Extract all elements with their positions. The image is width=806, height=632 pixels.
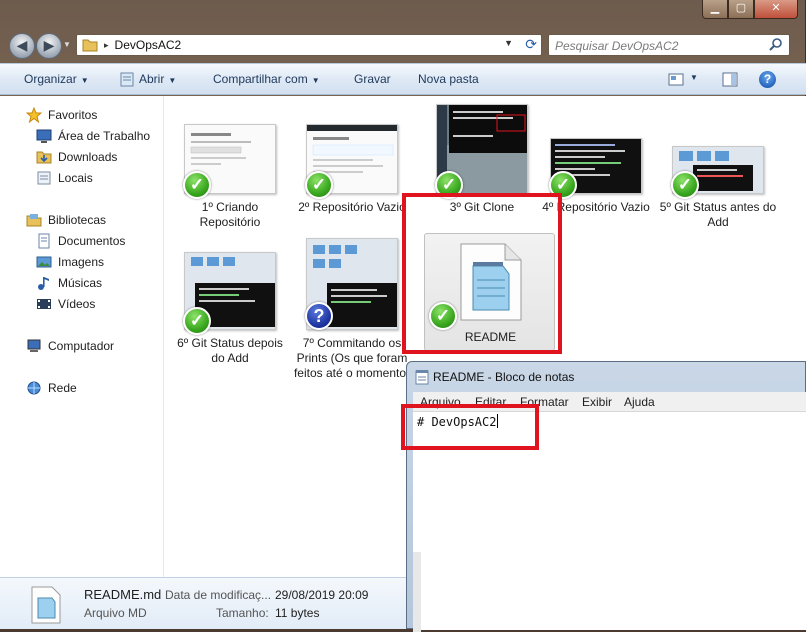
navigation-pane: Favoritos Área de Trabalho Downloads Loc… <box>0 96 164 577</box>
sidebar-item-videos[interactable]: Vídeos <box>36 295 95 313</box>
details-modified-value: 29/08/2019 20:09 <box>275 588 369 602</box>
file-name: 1º Criando Repositório <box>199 200 261 229</box>
details-file-type: Arquivo MD <box>84 606 147 620</box>
new-folder-button[interactable]: Nova pasta <box>418 72 479 86</box>
details-size-label: Tamanho: <box>216 606 269 620</box>
sidebar-item-images[interactable]: Imagens <box>36 253 104 271</box>
notepad-icon <box>415 370 429 385</box>
star-icon <box>26 107 42 123</box>
sync-ok-icon: ✓ <box>305 171 333 199</box>
organize-label: Organizar <box>24 72 77 86</box>
open-menu[interactable]: Abrir ▼ <box>139 72 176 86</box>
sidebar-item-music[interactable]: Músicas <box>36 274 102 292</box>
desktop-icon <box>36 129 52 143</box>
scrollbar[interactable] <box>413 552 421 632</box>
close-button[interactable]: ✕ <box>754 0 798 19</box>
sync-ok-icon: ✓ <box>183 307 211 335</box>
sidebar-label: Área de Trabalho <box>58 129 151 143</box>
navigation-bar: ◀ ▶ ▼ ▸ DevOpsAC2 ▼ ⟳ Pesquisar DevOpsAC… <box>0 30 806 62</box>
file-item[interactable]: ? 7º Commitando os Prints (Os que foram … <box>293 238 411 381</box>
notepad-icon <box>120 72 134 87</box>
minimize-button[interactable]: ▁ <box>702 0 728 19</box>
back-button[interactable]: ◀ <box>9 33 35 59</box>
pictures-icon <box>36 256 52 268</box>
view-options-icon[interactable] <box>668 73 684 86</box>
chevron-down-icon: ▼ <box>311 76 320 85</box>
address-bar[interactable]: ▸ DevOpsAC2 ▼ ⟳ <box>76 34 542 56</box>
sidebar-item-documents[interactable]: Documentos <box>36 232 125 250</box>
chevron-down-icon: ▼ <box>168 76 177 85</box>
window-controls: ▁ ▢ ✕ <box>702 0 798 19</box>
details-filename: README.md <box>84 587 162 602</box>
menu-help[interactable]: Ajuda <box>624 395 655 409</box>
sidebar-label: Bibliotecas <box>48 213 107 227</box>
sync-ok-icon: ✓ <box>183 171 211 199</box>
help-icon[interactable]: ? <box>759 71 776 88</box>
recent-places-icon <box>37 171 51 185</box>
videos-icon <box>37 299 51 309</box>
folder-icon <box>82 39 98 52</box>
preview-pane-icon[interactable] <box>722 72 738 87</box>
sidebar-item-network[interactable]: Rede <box>26 379 77 397</box>
sidebar-label: Imagens <box>58 255 105 269</box>
music-icon <box>38 277 49 290</box>
file-name: 2º Repositório Vazio <box>298 200 406 214</box>
organize-menu[interactable]: Organizar ▼ <box>24 72 89 86</box>
sidebar-item-downloads[interactable]: Downloads <box>36 148 117 166</box>
notepad-window: README - Bloco de notas Arquivo Editar F… <box>406 361 806 632</box>
search-placeholder: Pesquisar DevOpsAC2 <box>555 39 679 53</box>
file-item[interactable]: ✓ 2º Repositório Vazio <box>293 124 411 215</box>
file-name: 5º Git Status antes do Add <box>659 200 777 229</box>
share-label: Compartilhar com <box>213 72 308 86</box>
file-item[interactable]: ✓ 5º Git Status antes do Add <box>659 146 777 230</box>
computer-icon <box>27 339 41 352</box>
file-item[interactable]: ✓ 1º Criando Repositório <box>171 124 289 230</box>
breadcrumb-devopsac2[interactable]: DevOpsAC2 <box>115 38 182 52</box>
sidebar-label: Documentos <box>58 234 126 248</box>
sidebar-label: Rede <box>48 381 77 395</box>
address-dropdown-icon[interactable]: ▼ <box>504 38 513 48</box>
sidebar-item-places[interactable]: Locais <box>36 169 93 187</box>
file-name: 6º Git Status depois do Add <box>177 336 283 365</box>
downloads-folder-icon <box>36 151 52 164</box>
recent-pages-dropdown[interactable]: ▼ <box>63 40 73 52</box>
file-item[interactable]: ✓ 6º Git Status depois do Add <box>171 252 289 366</box>
sidebar-label: Computador <box>48 339 115 353</box>
file-name: 7º Commitando os Prints (Os que foram fe… <box>293 336 411 380</box>
search-input[interactable]: Pesquisar DevOpsAC2 <box>548 34 790 56</box>
view-options-dropdown-icon[interactable]: ▼ <box>690 73 698 82</box>
documents-icon <box>38 233 50 249</box>
file-type-icon <box>31 586 61 624</box>
sync-ok-icon: ✓ <box>671 171 699 199</box>
open-label: Abrir <box>139 72 165 86</box>
network-icon <box>27 381 41 395</box>
chevron-down-icon: ▼ <box>80 76 89 85</box>
highlight-box <box>402 193 562 354</box>
title-bar: ▁ ▢ ✕ <box>0 0 806 28</box>
sidebar-label: Locais <box>58 171 93 185</box>
search-icon[interactable] <box>768 37 784 53</box>
refresh-icon[interactable]: ⟳ <box>525 36 537 53</box>
notepad-title: README - Bloco de notas <box>433 370 575 384</box>
sidebar-label: Downloads <box>58 150 118 164</box>
share-menu[interactable]: Compartilhar com ▼ <box>213 72 320 86</box>
menu-view[interactable]: Exibir <box>582 395 612 409</box>
sidebar-item-libraries[interactable]: Bibliotecas <box>26 211 106 229</box>
details-modified-label: Data de modificaç... <box>165 588 272 602</box>
sidebar-item-computer[interactable]: Computador <box>26 337 114 355</box>
sidebar-item-desktop[interactable]: Área de Trabalho <box>36 127 150 145</box>
libraries-icon <box>26 214 42 227</box>
details-size-value: 11 bytes <box>275 606 320 620</box>
maximize-button[interactable]: ▢ <box>728 0 754 19</box>
forward-button[interactable]: ▶ <box>36 33 62 59</box>
sidebar-label: Favoritos <box>48 108 98 122</box>
sidebar-item-favorites[interactable]: Favoritos <box>26 106 97 124</box>
breadcrumb-separator[interactable]: ▸ <box>104 40 109 51</box>
command-bar: Organizar ▼ Abrir ▼ Compartilhar com ▼ Grav… <box>0 63 806 95</box>
sidebar-label: Músicas <box>58 276 103 290</box>
sidebar-label: Vídeos <box>58 297 96 311</box>
sync-unknown-icon: ? <box>305 302 333 330</box>
burn-button[interactable]: Gravar <box>354 72 391 86</box>
highlight-box <box>401 404 539 450</box>
